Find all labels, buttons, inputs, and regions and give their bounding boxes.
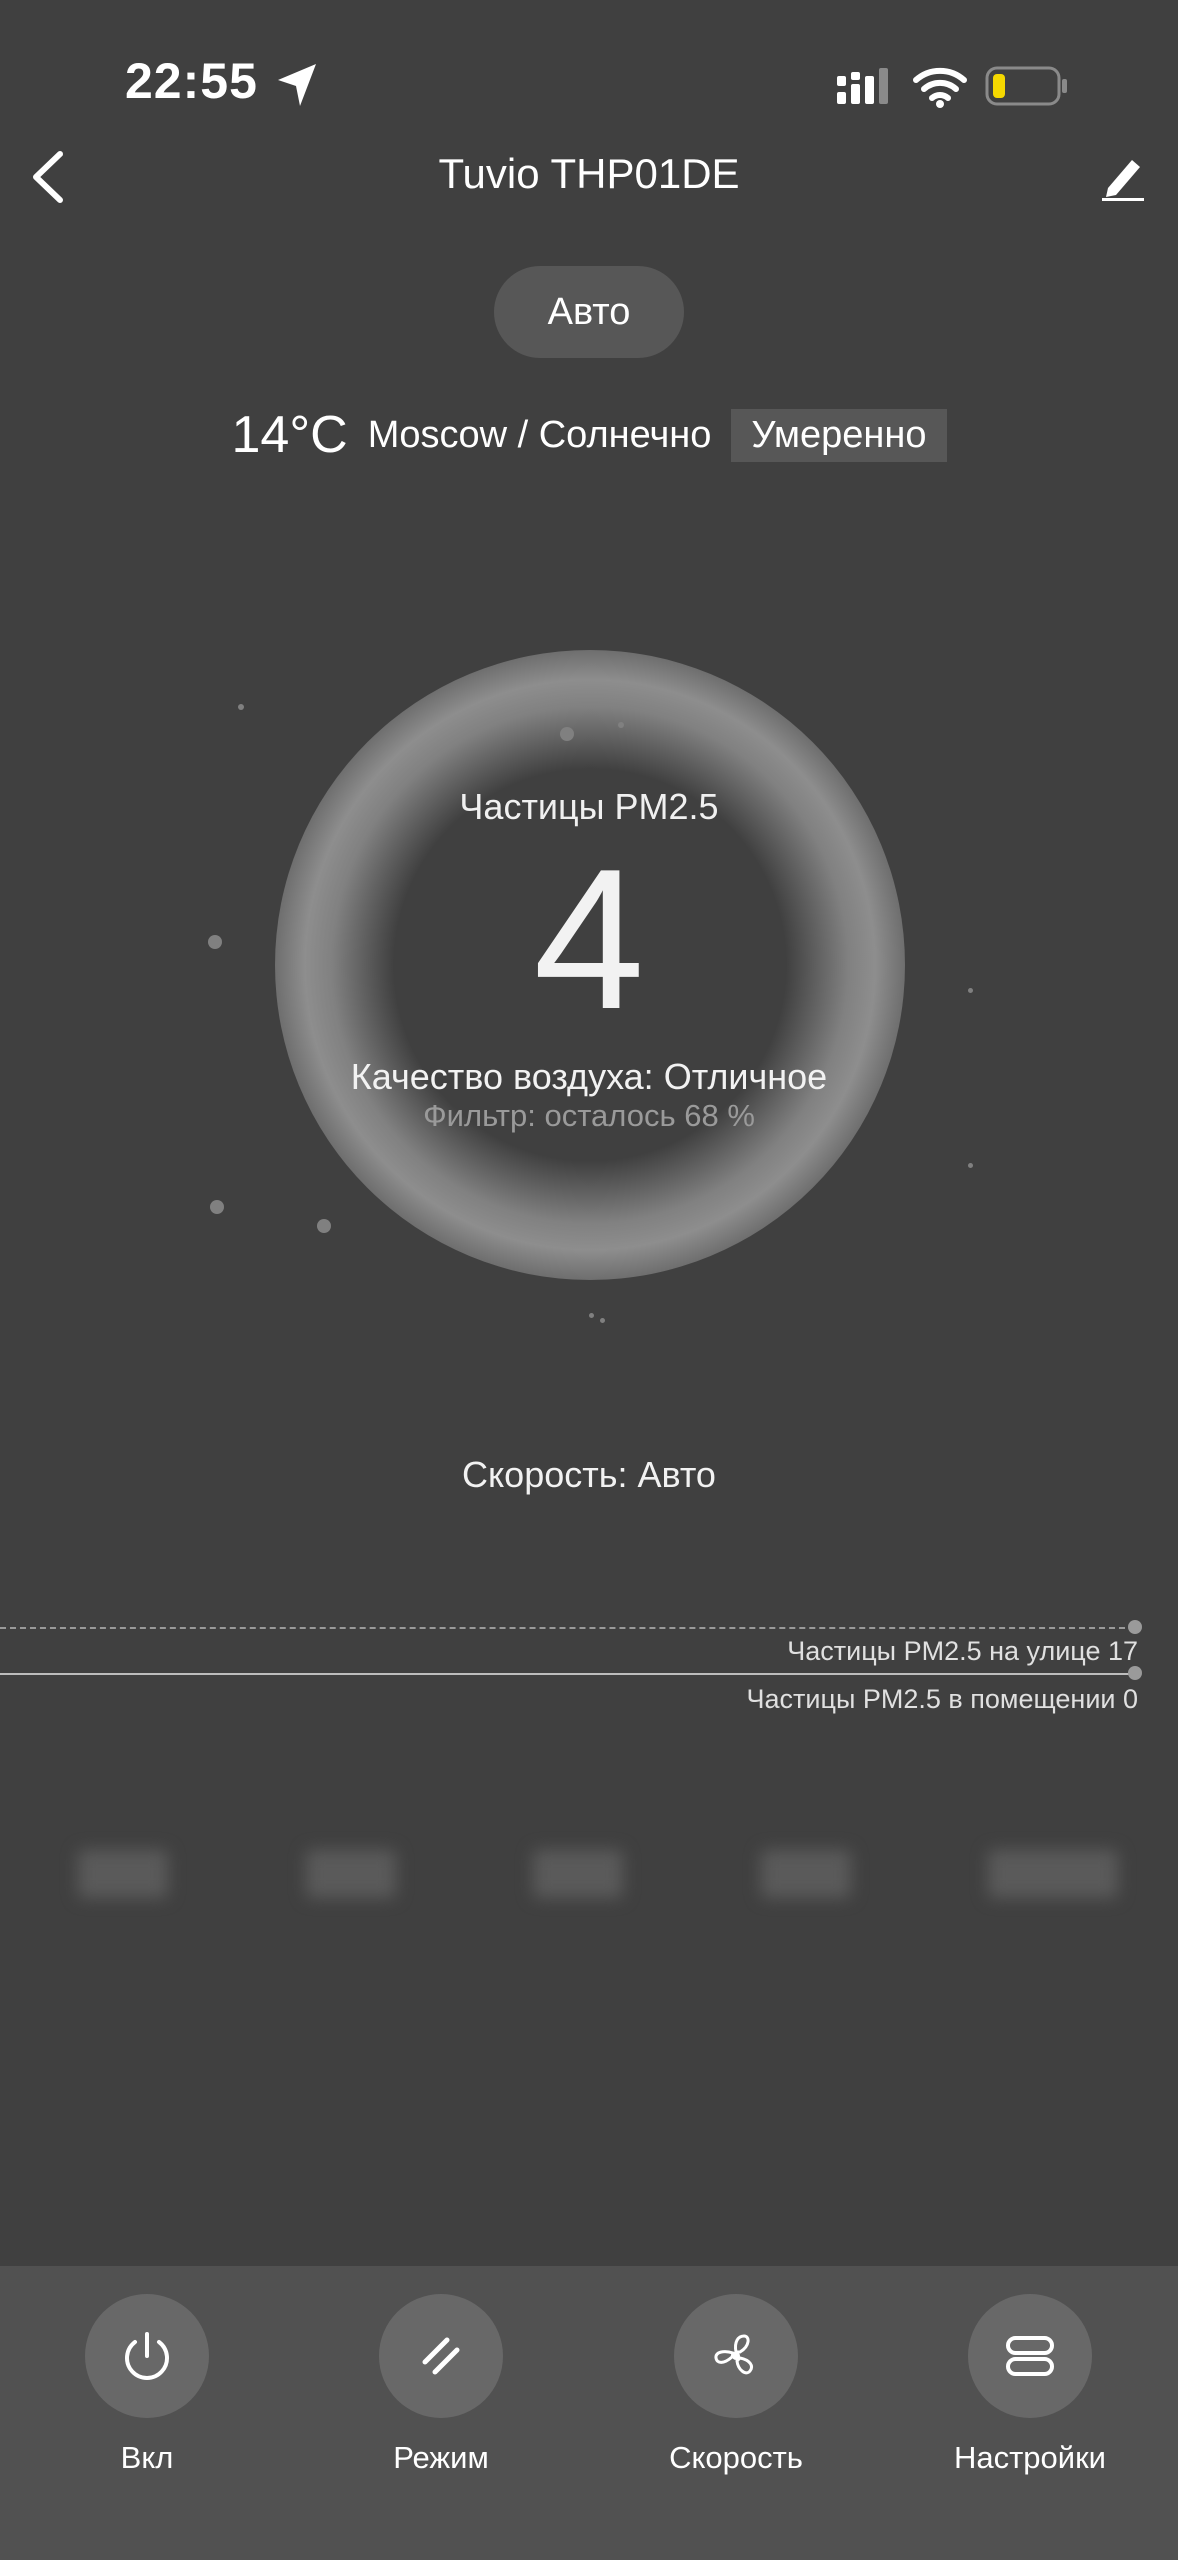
pm25-label: Частицы PM2.5 <box>459 786 719 827</box>
indoor-line-endpoint <box>1128 1666 1142 1680</box>
air-quality-badge: Умеренно <box>731 408 947 462</box>
mode-label: Режим <box>393 2440 489 2475</box>
pm25-value: 4 <box>533 828 645 1051</box>
filter-remaining-text: Фильтр: осталось 68 % <box>423 1098 755 1133</box>
outdoor-pm25-line <box>0 1627 1135 1629</box>
particle-dot <box>968 1163 973 1168</box>
location-arrow-icon <box>278 64 316 106</box>
status-time: 22:55 <box>125 53 258 109</box>
edit-pencil-icon[interactable] <box>1100 152 1146 202</box>
particle-dot <box>210 1200 224 1214</box>
blurred-tab[interactable] <box>988 1850 1118 1898</box>
air-quality-text: Качество воздуха: Отличное <box>350 1056 828 1097</box>
fan-speed-label: Скорость <box>669 2440 803 2475</box>
battery-icon <box>985 66 1067 106</box>
fan-speed-text: Скорость: Авто <box>462 1454 716 1495</box>
blurred-tab-row <box>78 1850 1118 1898</box>
settings-icon <box>1006 2336 1054 2376</box>
power-icon <box>125 2332 169 2380</box>
particle-dot <box>560 727 574 741</box>
wifi-icon <box>913 67 967 108</box>
power-button[interactable] <box>85 2294 209 2418</box>
settings-label: Настройки <box>953 2440 1106 2475</box>
mode-icon <box>422 2337 460 2375</box>
mode-pill[interactable]: Авто <box>494 266 684 358</box>
outdoor-line-endpoint <box>1128 1620 1142 1634</box>
mode-button[interactable] <box>379 2294 503 2418</box>
weather-row: 14°C Moscow / Солнечно Умеренно <box>0 405 1178 465</box>
device-title: Tuvio THP01DE <box>438 150 740 197</box>
weather-location-condition: Moscow / Солнечно <box>367 413 712 456</box>
outdoor-temperature: 14°C <box>231 406 348 464</box>
blurred-tab[interactable] <box>78 1850 168 1898</box>
particle-dot <box>618 722 624 728</box>
particle-dot <box>589 1313 594 1318</box>
fan-speed-button[interactable] <box>674 2294 798 2418</box>
blurred-tab[interactable] <box>305 1850 396 1898</box>
blurred-tab[interactable] <box>533 1850 623 1898</box>
settings-button[interactable] <box>968 2294 1092 2418</box>
blurred-tab[interactable] <box>760 1850 851 1898</box>
particle-dot <box>317 1219 331 1233</box>
power-label: Вкл <box>120 2440 174 2475</box>
indoor-pm25-label: Частицы PM2.5 в помещении 0 <box>746 1684 1138 1714</box>
particle-dot <box>238 704 244 710</box>
fan-icon <box>714 2334 754 2375</box>
particle-dot <box>600 1318 605 1323</box>
outdoor-pm25-label: Частицы PM2.5 на улице 17 <box>787 1636 1138 1666</box>
cellular-signal-icon <box>837 68 888 104</box>
indoor-pm25-line <box>0 1673 1135 1675</box>
